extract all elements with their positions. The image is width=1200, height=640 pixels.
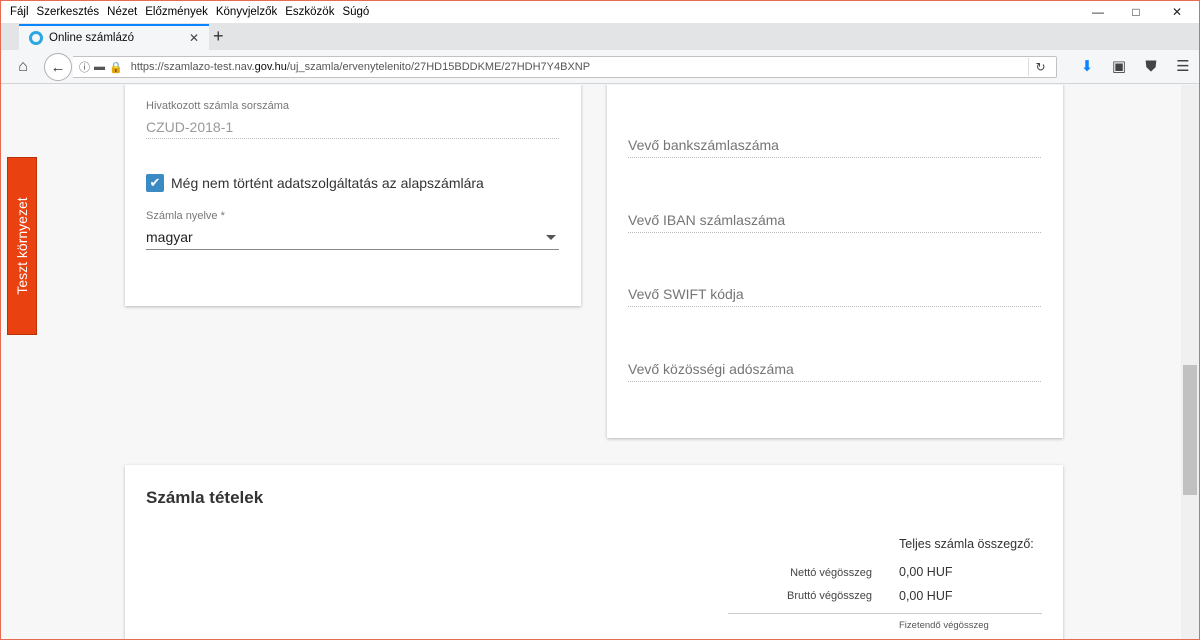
- minimize-icon[interactable]: —: [1079, 1, 1117, 23]
- nav-bar: ⌂ ⓘ ▬ 🔒 https://szamlazo-test.nav.gov.hu…: [1, 50, 1199, 84]
- reload-icon[interactable]: ↻: [1028, 58, 1052, 76]
- menu-view[interactable]: Nézet: [107, 6, 137, 18]
- close-icon[interactable]: ✕: [1155, 1, 1199, 23]
- url-domain: gov.hu: [254, 61, 287, 73]
- url-bar[interactable]: ⓘ ▬ 🔒 https://szamlazo-test.nav.gov.hu/u…: [73, 56, 1057, 78]
- payable-total-label: Fizetendő végösszeg: [899, 620, 989, 631]
- page-scrollbar[interactable]: [1181, 85, 1199, 639]
- menu-bookmarks[interactable]: Könyvjelzők: [216, 6, 277, 18]
- menu-help[interactable]: Súgó: [342, 6, 369, 18]
- url-text[interactable]: https://szamlazo-test.nav.gov.hu/uj_szam…: [131, 61, 590, 73]
- tab-online-szamlazo[interactable]: Online számlázó ✕: [19, 24, 209, 50]
- url-prefix: https://szamlazo-test.nav.: [130, 61, 255, 73]
- items-section-title: Számla tételek: [146, 488, 264, 507]
- net-total-label: Nettó végösszeg: [790, 567, 872, 579]
- summary-separator: [728, 613, 1042, 614]
- no-data-service-checkbox[interactable]: ✔: [146, 174, 164, 192]
- invoice-items-card: Számla tételek Teljes számla összegző: N…: [125, 465, 1063, 639]
- language-select-underline: [146, 249, 559, 250]
- hamburger-menu-icon[interactable]: ☰: [1167, 57, 1199, 77]
- scrollbar-thumb[interactable]: [1183, 365, 1197, 495]
- test-environment-label: Teszt környezet: [14, 197, 30, 295]
- iban-underline: [628, 232, 1041, 233]
- menu-file[interactable]: Fájl: [10, 6, 29, 18]
- menu-history[interactable]: Előzmények: [145, 6, 208, 18]
- ref-invoice-value: CZUD-2018-1: [146, 119, 234, 135]
- browser-window: Fájl Szerkesztés Nézet Előzmények Könyvj…: [0, 0, 1200, 640]
- sidebar-icon[interactable]: ▣: [1103, 57, 1135, 77]
- tab-title: Online számlázó: [49, 32, 135, 44]
- window-controls: — □ ✕: [1079, 1, 1199, 23]
- title-bar: Fájl Szerkesztés Nézet Előzmények Könyvj…: [1, 1, 1199, 23]
- tab-close-icon[interactable]: ✕: [189, 31, 199, 45]
- community-tax-field[interactable]: Vevő közösségi adószáma: [628, 361, 794, 377]
- menu-edit[interactable]: Szerkesztés: [37, 6, 100, 18]
- shield-icon[interactable]: ⛊: [1135, 57, 1167, 77]
- toolbar-right: ⬇ ▣ ⛊ ☰: [1071, 57, 1199, 77]
- no-data-service-label[interactable]: Még nem történt adatszolgáltatás az alap…: [171, 175, 484, 191]
- chevron-down-icon[interactable]: [546, 235, 556, 240]
- buyer-bank-card: Vevő bankszámlaszáma Vevő IBAN számlaszá…: [607, 85, 1063, 438]
- swift-field[interactable]: Vevő SWIFT kódja: [628, 286, 744, 302]
- bank-account-field[interactable]: Vevő bankszámlaszáma: [628, 137, 779, 153]
- net-total-value: 0,00 HUF: [899, 565, 953, 579]
- tab-strip: Online számlázó ✕ +: [1, 23, 1199, 50]
- back-icon[interactable]: ←: [44, 53, 72, 81]
- url-path: /uj_szamla/ervenytelenito/27HD15BDDKME/2…: [286, 61, 591, 73]
- invoice-data-card: Hivatkozott számla sorszáma CZUD-2018-1 …: [125, 85, 581, 306]
- site-identity[interactable]: ⓘ ▬ 🔒: [73, 59, 123, 75]
- gross-total-value: 0,00 HUF: [899, 589, 953, 603]
- community-tax-underline: [628, 381, 1041, 382]
- menu-bar: Fájl Szerkesztés Nézet Előzmények Könyvj…: [1, 6, 377, 18]
- bank-account-underline: [628, 157, 1041, 158]
- test-environment-tab[interactable]: Teszt környezet: [7, 157, 37, 335]
- gross-total-label: Bruttó végösszeg: [787, 590, 872, 602]
- lock-icon[interactable]: 🔒: [109, 61, 123, 74]
- summary-header: Teljes számla összegző:: [899, 537, 1034, 551]
- iban-field[interactable]: Vevő IBAN számlaszáma: [628, 212, 785, 228]
- info-icon[interactable]: ⓘ: [79, 59, 90, 75]
- maximize-icon[interactable]: □: [1117, 1, 1155, 23]
- favicon-icon: [29, 31, 43, 45]
- permissions-icon[interactable]: ▬: [94, 61, 105, 73]
- ref-invoice-label: Hivatkozott számla sorszáma: [146, 100, 290, 112]
- language-label: Számla nyelve *: [146, 210, 225, 222]
- ref-invoice-underline: [146, 138, 559, 139]
- swift-underline: [628, 306, 1041, 307]
- download-icon[interactable]: ⬇: [1071, 57, 1103, 77]
- new-tab-icon[interactable]: +: [213, 26, 224, 47]
- page-content: Hivatkozott számla sorszáma CZUD-2018-1 …: [1, 85, 1181, 639]
- home-icon[interactable]: ⌂: [13, 57, 33, 77]
- language-select[interactable]: magyar: [146, 229, 193, 245]
- menu-tools[interactable]: Eszközök: [285, 6, 334, 18]
